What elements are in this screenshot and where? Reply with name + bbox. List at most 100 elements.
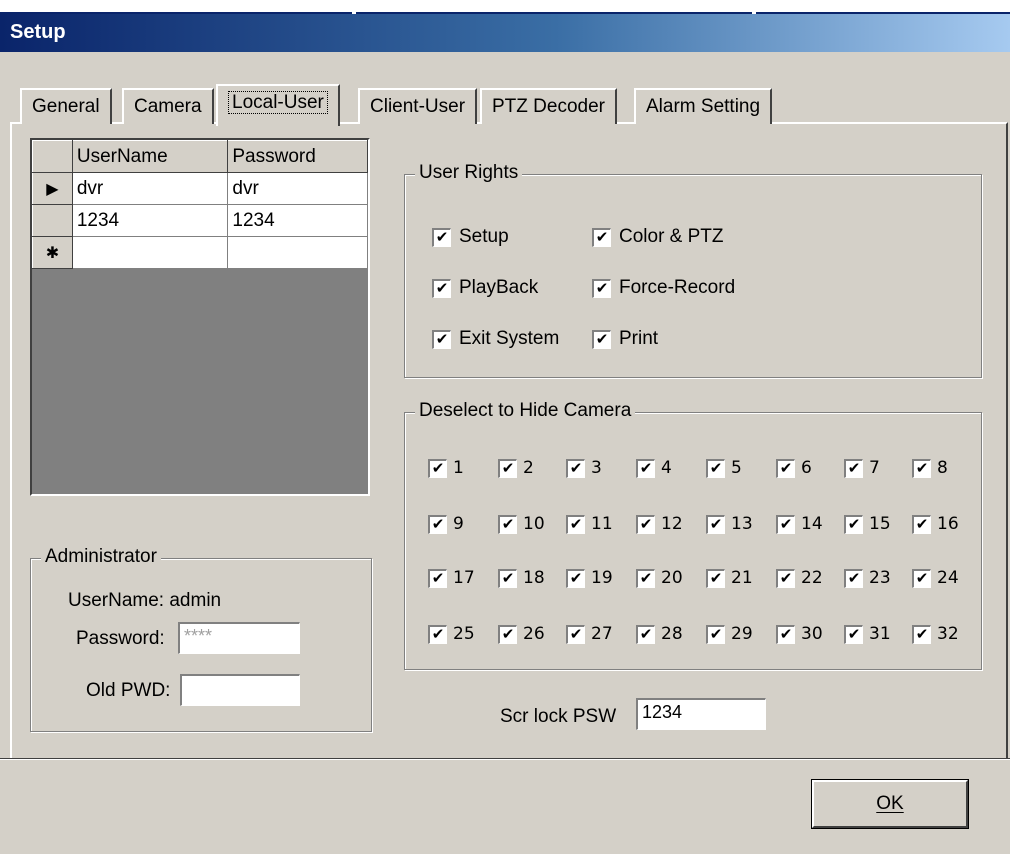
checkbox-check-icon: ✔ (844, 568, 863, 588)
camera-checkbox[interactable]: ✔ 19 (566, 568, 613, 588)
camera-number-label: 17 (453, 568, 475, 588)
checkbox-check-icon: ✔ (706, 568, 725, 588)
camera-checkbox[interactable]: ✔ 21 (706, 568, 753, 588)
checkbox-check-icon: ✔ (636, 458, 655, 478)
print-right-checkbox[interactable]: ✔ Print (592, 328, 658, 350)
checkbox-check-icon: ✔ (636, 568, 655, 588)
footer-divider (0, 758, 1010, 760)
camera-checkbox[interactable]: ✔ 15 (844, 514, 891, 534)
checkbox-check-icon: ✔ (636, 624, 655, 644)
camera-number-label: 11 (591, 514, 613, 534)
camera-checkbox[interactable]: ✔ 25 (428, 624, 475, 644)
camera-number-label: 15 (869, 514, 891, 534)
tab-client-user[interactable]: Client-User (358, 88, 478, 124)
camera-checkbox[interactable]: ✔ 23 (844, 568, 891, 588)
camera-checkbox[interactable]: ✔ 28 (636, 624, 683, 644)
camera-checkbox[interactable]: ✔ 10 (498, 514, 545, 534)
camera-checkbox[interactable]: ✔ 18 (498, 568, 545, 588)
checkbox-check-icon: ✔ (498, 624, 517, 644)
camera-checkbox[interactable]: ✔ 17 (428, 568, 475, 588)
checkbox-check-icon: ✔ (566, 624, 585, 644)
cell-username[interactable] (71, 236, 229, 269)
user-grid[interactable]: UserName Password ▶ dvr dvr 1234 1234 ✱ (30, 138, 370, 496)
camera-checkbox[interactable]: ✔ 4 (636, 458, 672, 478)
cell-password[interactable]: 1234 (227, 204, 368, 237)
camera-checkbox[interactable]: ✔ 12 (636, 514, 683, 534)
camera-number-label: 30 (801, 624, 823, 644)
current-row-indicator[interactable]: ▶ (32, 172, 73, 205)
camera-checkbox[interactable]: ✔ 11 (566, 514, 613, 534)
tab-ptz-decoder[interactable]: PTZ Decoder (480, 88, 617, 124)
playback-right-checkbox[interactable]: ✔ PlayBack (432, 277, 538, 299)
cell-password[interactable] (227, 236, 368, 269)
camera-number-label: 20 (661, 568, 683, 588)
camera-number-label: 9 (453, 514, 464, 534)
camera-number-label: 24 (937, 568, 959, 588)
camera-checkbox[interactable]: ✔ 26 (498, 624, 545, 644)
table-row[interactable]: 1234 1234 (32, 204, 368, 237)
camera-number-label: 25 (453, 624, 475, 644)
checkbox-check-icon: ✔ (432, 227, 451, 247)
camera-checkbox[interactable]: ✔ 14 (776, 514, 823, 534)
camera-number-label: 14 (801, 514, 823, 534)
camera-checkbox[interactable]: ✔ 7 (844, 458, 880, 478)
camera-number-label: 12 (661, 514, 683, 534)
camera-checkbox[interactable]: ✔ 13 (706, 514, 753, 534)
checkbox-check-icon: ✔ (912, 514, 931, 534)
camera-checkbox[interactable]: ✔ 16 (912, 514, 959, 534)
checkbox-check-icon: ✔ (776, 514, 795, 534)
camera-checkbox[interactable]: ✔ 5 (706, 458, 742, 478)
column-header-username[interactable]: UserName (71, 140, 229, 173)
camera-checkbox[interactable]: ✔ 27 (566, 624, 613, 644)
title-bar[interactable]: Setup (0, 14, 1010, 52)
grid-header: UserName Password (32, 140, 368, 173)
table-row[interactable]: ▶ dvr dvr (32, 172, 368, 205)
checkbox-check-icon: ✔ (592, 227, 611, 247)
tab-camera[interactable]: Camera (122, 88, 214, 124)
cell-username[interactable]: 1234 (71, 204, 229, 237)
camera-number-label: 29 (731, 624, 753, 644)
camera-checkbox[interactable]: ✔ 8 (912, 458, 948, 478)
screen-lock-password-input[interactable]: 1234 (636, 698, 766, 730)
checkbox-check-icon: ✔ (912, 458, 931, 478)
camera-checkbox[interactable]: ✔ 32 (912, 624, 959, 644)
row-selector[interactable] (32, 204, 73, 237)
camera-checkbox[interactable]: ✔ 20 (636, 568, 683, 588)
cell-password[interactable]: dvr (227, 172, 368, 205)
force-record-right-checkbox[interactable]: ✔ Force-Record (592, 277, 735, 299)
tab-general[interactable]: General (20, 88, 112, 124)
tab-alarm-setting[interactable]: Alarm Setting (634, 88, 773, 124)
checkbox-check-icon: ✔ (912, 624, 931, 644)
camera-checkbox[interactable]: ✔ 9 (428, 514, 464, 534)
cell-username[interactable]: dvr (71, 172, 229, 205)
camera-checkbox[interactable]: ✔ 24 (912, 568, 959, 588)
admin-password-input[interactable]: **** (178, 622, 300, 654)
setup-right-checkbox[interactable]: ✔ Setup (432, 226, 509, 248)
column-header-password[interactable]: Password (227, 140, 368, 173)
camera-checkbox[interactable]: ✔ 1 (428, 458, 464, 478)
ok-button[interactable]: OK (811, 779, 969, 829)
tab-local-user[interactable]: Local-User (216, 84, 340, 126)
camera-checkbox[interactable]: ✔ 22 (776, 568, 823, 588)
old-pwd-input[interactable] (180, 674, 300, 706)
user-rights-group-title: User Rights (415, 162, 523, 184)
checkbox-label: Exit System (459, 328, 560, 349)
camera-checkbox[interactable]: ✔ 3 (566, 458, 602, 478)
camera-checkbox[interactable]: ✔ 29 (706, 624, 753, 644)
checkbox-check-icon: ✔ (592, 278, 611, 298)
camera-number-label: 19 (591, 568, 613, 588)
checkbox-check-icon: ✔ (428, 458, 447, 478)
camera-checkbox[interactable]: ✔ 2 (498, 458, 534, 478)
ok-button-label: OK (876, 793, 904, 814)
checkbox-check-icon: ✔ (592, 329, 611, 349)
camera-checkbox[interactable]: ✔ 30 (776, 624, 823, 644)
checkbox-check-icon: ✔ (636, 514, 655, 534)
camera-number-label: 18 (523, 568, 545, 588)
color-ptz-right-checkbox[interactable]: ✔ Color & PTZ (592, 226, 724, 248)
exit-system-right-checkbox[interactable]: ✔ Exit System (432, 328, 559, 350)
table-row-new[interactable]: ✱ (32, 236, 368, 269)
camera-checkbox[interactable]: ✔ 31 (844, 624, 891, 644)
new-row-indicator[interactable]: ✱ (32, 236, 73, 269)
camera-checkbox[interactable]: ✔ 6 (776, 458, 812, 478)
camera-number-label: 8 (937, 458, 948, 478)
